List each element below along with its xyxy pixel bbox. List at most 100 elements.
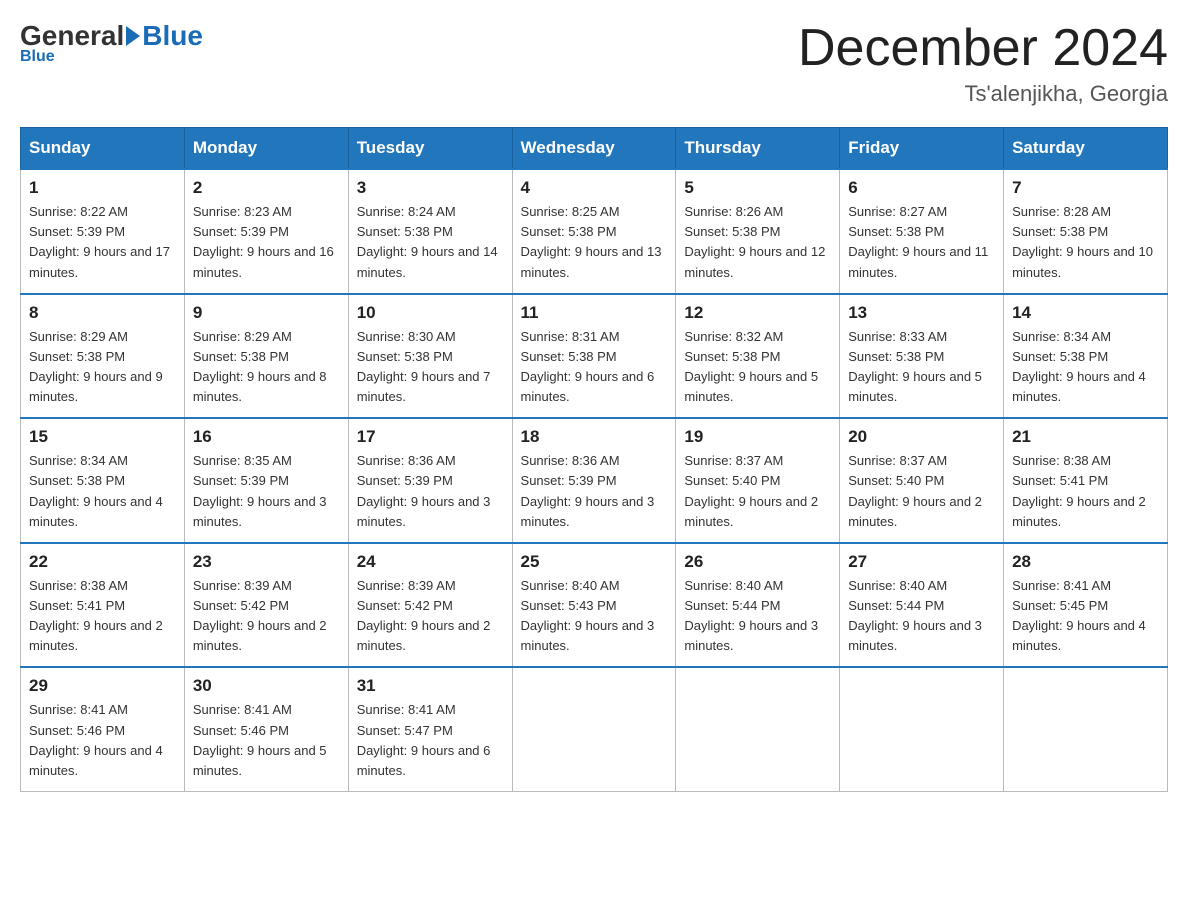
calendar-cell: 10 Sunrise: 8:30 AMSunset: 5:38 PMDayligh… — [348, 294, 512, 419]
day-number: 23 — [193, 552, 340, 572]
calendar-cell: 11 Sunrise: 8:31 AMSunset: 5:38 PMDayligh… — [512, 294, 676, 419]
calendar-cell: 31Sunrise: 8:41 AMSunset: 5:47 PMDayligh… — [348, 667, 512, 791]
day-number: 3 — [357, 178, 504, 198]
day-info: Sunrise: 8:35 AMSunset: 5:39 PMDaylight:… — [193, 451, 340, 532]
day-info: Sunrise: 8:22 AMSunset: 5:39 PMDaylight:… — [29, 202, 176, 283]
day-info: Sunrise: 8:31 AMSunset: 5:38 PMDaylight:… — [521, 327, 668, 408]
calendar-cell: 21 Sunrise: 8:38 AMSunset: 5:41 PMDayligh… — [1004, 418, 1168, 543]
day-number: 28 — [1012, 552, 1159, 572]
calendar-header-friday: Friday — [840, 128, 1004, 170]
calendar-cell — [1004, 667, 1168, 791]
calendar-header-monday: Monday — [184, 128, 348, 170]
calendar-header-tuesday: Tuesday — [348, 128, 512, 170]
calendar-cell: 16Sunrise: 8:35 AMSunset: 5:39 PMDayligh… — [184, 418, 348, 543]
day-info: Sunrise: 8:39 AMSunset: 5:42 PMDaylight:… — [193, 576, 340, 657]
day-info: Sunrise: 8:29 AMSunset: 5:38 PMDaylight:… — [193, 327, 340, 408]
location-title: Ts'alenjikha, Georgia — [798, 81, 1168, 107]
day-info: Sunrise: 8:27 AMSunset: 5:38 PMDaylight:… — [848, 202, 995, 283]
calendar-cell: 22 Sunrise: 8:38 AMSunset: 5:41 PMDayligh… — [21, 543, 185, 668]
day-number: 21 — [1012, 427, 1159, 447]
calendar-cell: 5 Sunrise: 8:26 AMSunset: 5:38 PMDaylight… — [676, 169, 840, 294]
day-info: Sunrise: 8:40 AMSunset: 5:44 PMDaylight:… — [848, 576, 995, 657]
calendar-cell: 25Sunrise: 8:40 AMSunset: 5:43 PMDayligh… — [512, 543, 676, 668]
page-header: General Blue Blue December 2024 Ts'alenj… — [20, 20, 1168, 107]
logo-underline: Blue — [20, 48, 55, 66]
day-number: 8 — [29, 303, 176, 323]
calendar-week-row: 22 Sunrise: 8:38 AMSunset: 5:41 PMDayligh… — [21, 543, 1168, 668]
calendar-cell: 18Sunrise: 8:36 AMSunset: 5:39 PMDayligh… — [512, 418, 676, 543]
calendar-cell: 19Sunrise: 8:37 AMSunset: 5:40 PMDayligh… — [676, 418, 840, 543]
day-number: 13 — [848, 303, 995, 323]
day-number: 19 — [684, 427, 831, 447]
day-number: 29 — [29, 676, 176, 696]
calendar-table: SundayMondayTuesdayWednesdayThursdayFrid… — [20, 127, 1168, 792]
calendar-cell — [840, 667, 1004, 791]
calendar-cell: 3 Sunrise: 8:24 AMSunset: 5:38 PMDaylight… — [348, 169, 512, 294]
logo-arrow-icon — [126, 26, 140, 46]
day-number: 12 — [684, 303, 831, 323]
day-info: Sunrise: 8:41 AMSunset: 5:47 PMDaylight:… — [357, 700, 504, 781]
day-number: 1 — [29, 178, 176, 198]
day-number: 15 — [29, 427, 176, 447]
calendar-header-sunday: Sunday — [21, 128, 185, 170]
day-info: Sunrise: 8:34 AMSunset: 5:38 PMDaylight:… — [1012, 327, 1159, 408]
calendar-week-row: 15 Sunrise: 8:34 AMSunset: 5:38 PMDayligh… — [21, 418, 1168, 543]
calendar-cell: 27 Sunrise: 8:40 AMSunset: 5:44 PMDayligh… — [840, 543, 1004, 668]
calendar-header-row: SundayMondayTuesdayWednesdayThursdayFrid… — [21, 128, 1168, 170]
day-info: Sunrise: 8:28 AMSunset: 5:38 PMDaylight:… — [1012, 202, 1159, 283]
day-number: 6 — [848, 178, 995, 198]
day-number: 27 — [848, 552, 995, 572]
day-info: Sunrise: 8:36 AMSunset: 5:39 PMDaylight:… — [521, 451, 668, 532]
day-number: 14 — [1012, 303, 1159, 323]
day-number: 22 — [29, 552, 176, 572]
calendar-week-row: 8 Sunrise: 8:29 AMSunset: 5:38 PMDaylight… — [21, 294, 1168, 419]
day-info: Sunrise: 8:39 AMSunset: 5:42 PMDaylight:… — [357, 576, 504, 657]
day-number: 17 — [357, 427, 504, 447]
day-info: Sunrise: 8:41 AMSunset: 5:46 PMDaylight:… — [29, 700, 176, 781]
day-number: 9 — [193, 303, 340, 323]
day-number: 26 — [684, 552, 831, 572]
calendar-cell: 13 Sunrise: 8:33 AMSunset: 5:38 PMDayligh… — [840, 294, 1004, 419]
day-number: 11 — [521, 303, 668, 323]
calendar-week-row: 1 Sunrise: 8:22 AMSunset: 5:39 PMDaylight… — [21, 169, 1168, 294]
calendar-cell: 28 Sunrise: 8:41 AMSunset: 5:45 PMDayligh… — [1004, 543, 1168, 668]
calendar-header-wednesday: Wednesday — [512, 128, 676, 170]
day-info: Sunrise: 8:40 AMSunset: 5:44 PMDaylight:… — [684, 576, 831, 657]
day-info: Sunrise: 8:30 AMSunset: 5:38 PMDaylight:… — [357, 327, 504, 408]
day-info: Sunrise: 8:26 AMSunset: 5:38 PMDaylight:… — [684, 202, 831, 283]
calendar-cell: 1 Sunrise: 8:22 AMSunset: 5:39 PMDaylight… — [21, 169, 185, 294]
calendar-cell: 17Sunrise: 8:36 AMSunset: 5:39 PMDayligh… — [348, 418, 512, 543]
day-info: Sunrise: 8:34 AMSunset: 5:38 PMDaylight:… — [29, 451, 176, 532]
day-number: 7 — [1012, 178, 1159, 198]
calendar-cell — [676, 667, 840, 791]
day-info: Sunrise: 8:25 AMSunset: 5:38 PMDaylight:… — [521, 202, 668, 283]
calendar-header-thursday: Thursday — [676, 128, 840, 170]
calendar-cell: 30 Sunrise: 8:41 AMSunset: 5:46 PMDayligh… — [184, 667, 348, 791]
day-number: 5 — [684, 178, 831, 198]
calendar-cell — [512, 667, 676, 791]
day-info: Sunrise: 8:41 AMSunset: 5:46 PMDaylight:… — [193, 700, 340, 781]
calendar-cell: 26 Sunrise: 8:40 AMSunset: 5:44 PMDayligh… — [676, 543, 840, 668]
calendar-cell: 9 Sunrise: 8:29 AMSunset: 5:38 PMDaylight… — [184, 294, 348, 419]
day-info: Sunrise: 8:41 AMSunset: 5:45 PMDaylight:… — [1012, 576, 1159, 657]
calendar-cell: 4Sunrise: 8:25 AMSunset: 5:38 PMDaylight… — [512, 169, 676, 294]
day-info: Sunrise: 8:38 AMSunset: 5:41 PMDaylight:… — [29, 576, 176, 657]
calendar-cell: 12 Sunrise: 8:32 AMSunset: 5:38 PMDayligh… — [676, 294, 840, 419]
day-info: Sunrise: 8:33 AMSunset: 5:38 PMDaylight:… — [848, 327, 995, 408]
calendar-cell: 29 Sunrise: 8:41 AMSunset: 5:46 PMDayligh… — [21, 667, 185, 791]
day-info: Sunrise: 8:38 AMSunset: 5:41 PMDaylight:… — [1012, 451, 1159, 532]
day-info: Sunrise: 8:40 AMSunset: 5:43 PMDaylight:… — [521, 576, 668, 657]
calendar-cell: 23 Sunrise: 8:39 AMSunset: 5:42 PMDayligh… — [184, 543, 348, 668]
calendar-cell: 2Sunrise: 8:23 AMSunset: 5:39 PMDaylight… — [184, 169, 348, 294]
day-info: Sunrise: 8:37 AMSunset: 5:40 PMDaylight:… — [848, 451, 995, 532]
calendar-cell: 6 Sunrise: 8:27 AMSunset: 5:38 PMDaylight… — [840, 169, 1004, 294]
calendar-cell: 7 Sunrise: 8:28 AMSunset: 5:38 PMDaylight… — [1004, 169, 1168, 294]
calendar-cell: 14 Sunrise: 8:34 AMSunset: 5:38 PMDayligh… — [1004, 294, 1168, 419]
logo-blue-text: Blue — [142, 20, 203, 52]
day-number: 10 — [357, 303, 504, 323]
day-info: Sunrise: 8:32 AMSunset: 5:38 PMDaylight:… — [684, 327, 831, 408]
calendar-cell: 20Sunrise: 8:37 AMSunset: 5:40 PMDayligh… — [840, 418, 1004, 543]
day-info: Sunrise: 8:24 AMSunset: 5:38 PMDaylight:… — [357, 202, 504, 283]
day-number: 30 — [193, 676, 340, 696]
day-info: Sunrise: 8:23 AMSunset: 5:39 PMDaylight:… — [193, 202, 340, 283]
